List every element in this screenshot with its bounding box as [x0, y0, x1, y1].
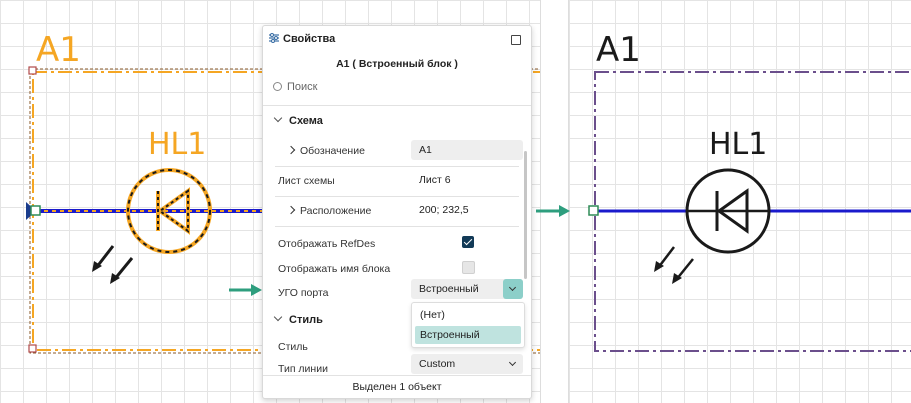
chevron-down-icon — [273, 113, 283, 123]
panel-subtitle: A1 ( Встроенный блок ) — [336, 58, 458, 70]
properties-panel: Свойства A1 ( Встроенный блок ) Поиск Сх… — [262, 25, 532, 399]
chevron-down-icon[interactable] — [503, 279, 523, 299]
search-icon — [273, 82, 282, 91]
annotation-arrow-to-result — [536, 205, 570, 217]
row-location[interactable]: Расположение 200; 232,5 — [263, 198, 521, 224]
component-label-hl1: HL1 — [148, 127, 206, 162]
block-label-a1: A1 — [596, 30, 641, 70]
line-type-select[interactable]: Custom — [411, 354, 523, 374]
panel-scrollbar[interactable] — [524, 151, 527, 279]
option-none[interactable]: (Нет) — [415, 306, 521, 324]
port-anchor[interactable] — [588, 205, 599, 216]
show-refdes-checkbox[interactable] — [462, 236, 474, 248]
right-schematic-drawing: A1 HL1 — [588, 30, 911, 352]
row-show-refdes[interactable]: Отображать RefDes — [263, 231, 521, 257]
selection-status: Выделен 1 объект — [263, 375, 531, 398]
port-ugo-dropdown: (Нет) Встроенный — [411, 302, 525, 348]
search-placeholder: Поиск — [287, 81, 318, 93]
maximize-icon[interactable] — [511, 35, 521, 45]
chevron-down-icon[interactable] — [503, 354, 523, 374]
search-input[interactable]: Поиск — [273, 81, 317, 93]
selection-handle-top-left[interactable] — [28, 66, 37, 75]
right-schematic-canvas[interactable]: A1 HL1 — [568, 0, 911, 403]
section-style-header[interactable]: Стиль — [273, 312, 323, 326]
chevron-down-icon — [273, 312, 283, 322]
component-label-hl1: HL1 — [709, 127, 767, 162]
sheet-value[interactable]: Лист 6 — [411, 170, 523, 190]
option-embedded[interactable]: Встроенный — [415, 326, 521, 344]
annotation-arrow-to-port-ugo — [229, 284, 262, 296]
panel-header: Свойства — [263, 26, 531, 52]
chevron-right-icon — [286, 145, 296, 155]
sliders-icon — [269, 33, 279, 43]
row-sheet[interactable]: Лист схемы Лист 6 — [263, 168, 521, 194]
port-anchor[interactable] — [30, 205, 41, 216]
row-designation[interactable]: Обозначение A1 — [263, 138, 523, 164]
section-schema-header[interactable]: Схема — [273, 113, 323, 127]
selection-handle-bottom-left[interactable] — [28, 344, 37, 353]
port-ugo-select[interactable]: Встроенный — [411, 279, 523, 299]
panel-title: Свойства — [283, 33, 336, 45]
block-label-a1: A1 — [36, 30, 81, 70]
show-block-name-checkbox[interactable] — [462, 261, 475, 274]
location-value[interactable]: 200; 232,5 — [411, 200, 523, 220]
designation-value[interactable]: A1 — [411, 140, 523, 160]
chevron-right-icon — [286, 205, 296, 215]
